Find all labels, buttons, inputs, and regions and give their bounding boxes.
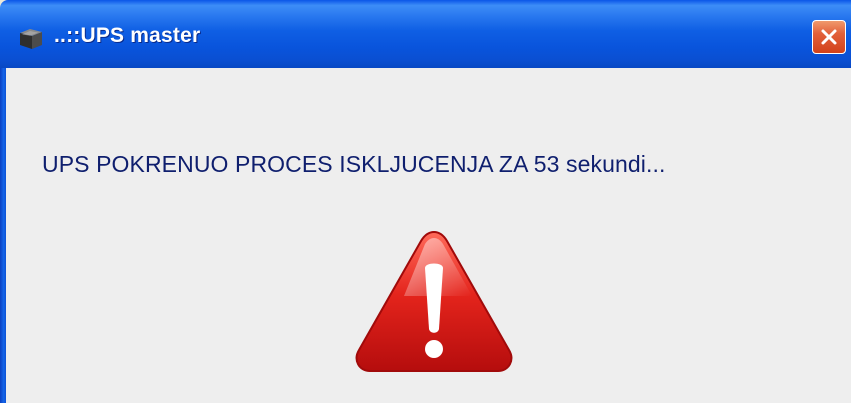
close-button[interactable] — [812, 20, 846, 54]
title-bar[interactable]: ..::UPS master — [0, 0, 851, 68]
close-icon — [821, 29, 837, 45]
ups-device-icon — [18, 26, 44, 50]
dialog-content: UPS POKRENUO PROCES ISKLJUCENJA ZA 53 se… — [6, 68, 851, 403]
dialog-window: ..::UPS master UPS POKRENUO PROCES ISKLJ… — [0, 0, 851, 403]
warning-icon — [352, 226, 516, 376]
window-title: ..::UPS master — [54, 24, 201, 47]
shutdown-message: UPS POKRENUO PROCES ISKLJUCENJA ZA 53 se… — [42, 151, 666, 177]
